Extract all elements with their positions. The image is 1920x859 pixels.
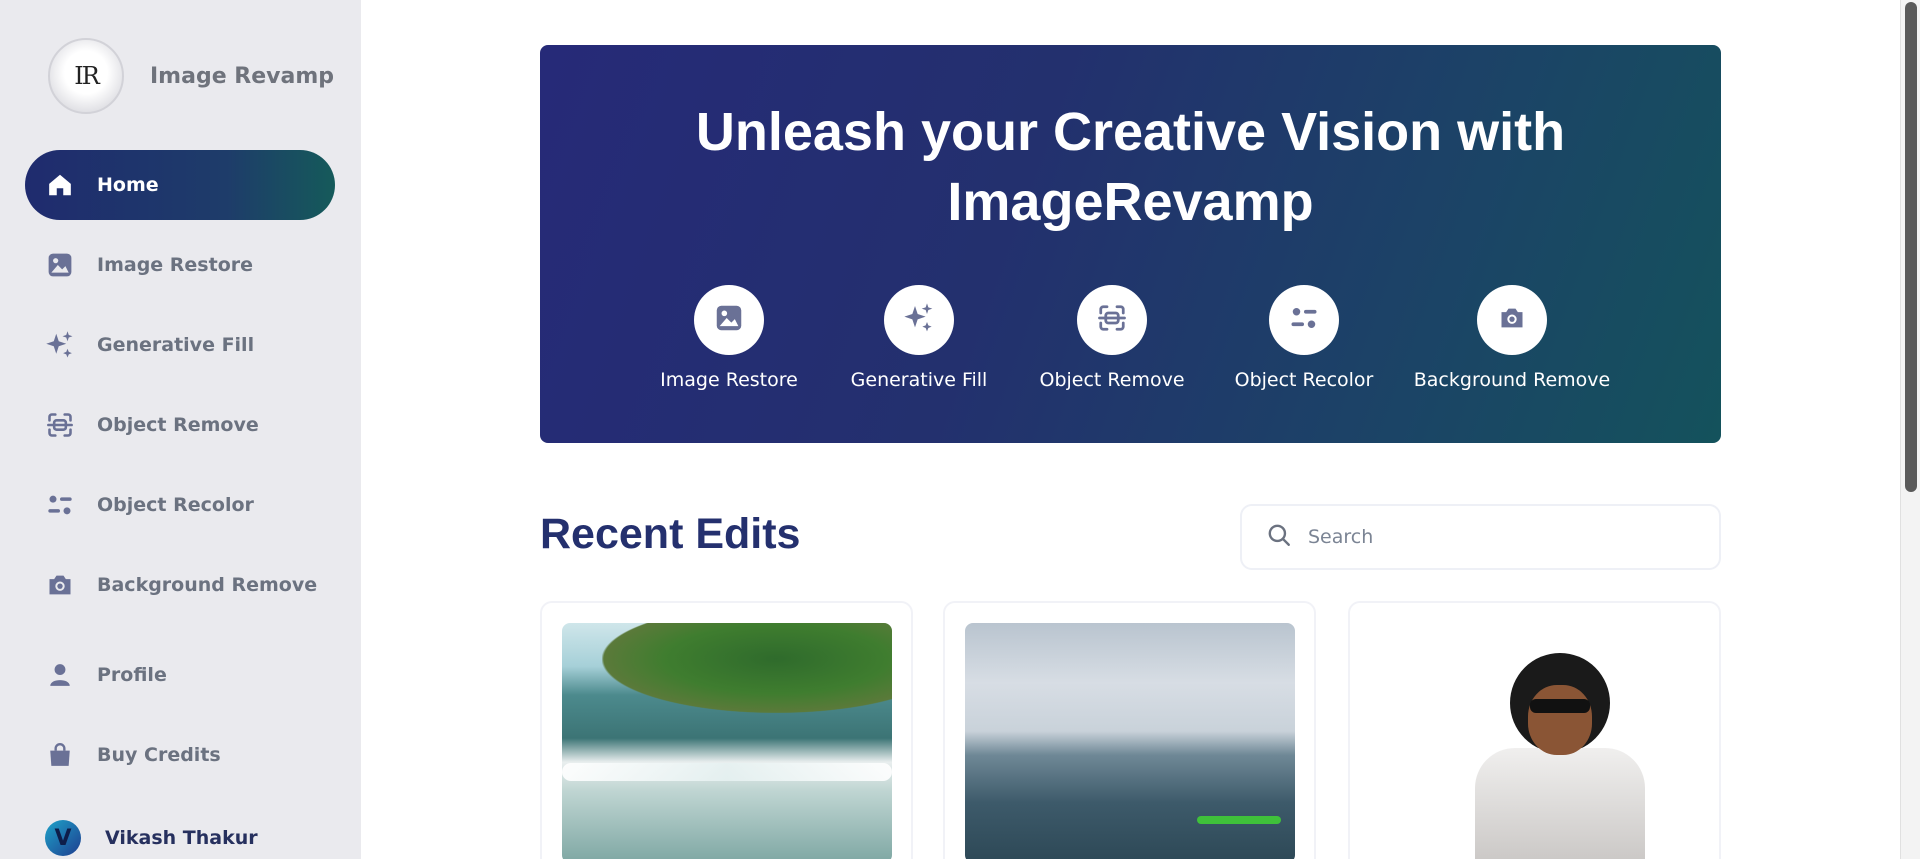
hero-title: Unleash your Creative Vision with ImageR… <box>695 102 1566 232</box>
sidebar-item-buy-credits[interactable]: Buy Credits <box>25 720 335 790</box>
camera-icon <box>1498 304 1526 336</box>
recent-edit-thumbnail[interactable] <box>562 623 892 859</box>
sidebar-secondary-nav: Profile Buy Credits <box>25 640 335 800</box>
sidebar: IR Image Revamp Home Image Restore Gener… <box>0 0 361 859</box>
sparkles-icon <box>45 330 75 360</box>
tool-circle <box>1477 285 1547 355</box>
tool-label: Generative Fill <box>850 369 988 391</box>
scan-icon <box>45 410 75 440</box>
tool-circle <box>884 285 954 355</box>
thumbnail-scenery <box>1530 699 1590 713</box>
sidebar-item-label: Profile <box>97 664 167 686</box>
tool-generative-fill[interactable]: Generative Fill <box>842 285 996 391</box>
tool-circle <box>694 285 764 355</box>
tool-background-remove[interactable]: Background Remove <box>1414 285 1610 391</box>
brand-name: Image Revamp <box>150 63 335 89</box>
sidebar-item-object-recolor[interactable]: Object Recolor <box>25 470 335 540</box>
image-icon <box>715 304 743 336</box>
sidebar-item-label: Buy Credits <box>97 744 221 766</box>
tool-label: Background Remove <box>1413 369 1611 391</box>
tool-label: Image Restore <box>660 369 798 391</box>
sidebar-item-image-restore[interactable]: Image Restore <box>25 230 335 300</box>
recent-edit-card[interactable] <box>1348 601 1721 859</box>
search-icon <box>1266 522 1292 552</box>
hero-banner: Unleash your Creative Vision with ImageR… <box>540 45 1721 443</box>
tool-image-restore[interactable]: Image Restore <box>652 285 806 391</box>
sidebar-item-profile[interactable]: Profile <box>25 640 335 710</box>
sidebar-item-label: Generative Fill <box>97 334 255 356</box>
search-box[interactable] <box>1240 504 1721 570</box>
recent-edit-card[interactable] <box>943 601 1316 859</box>
thumbnail-scenery <box>1197 816 1281 824</box>
brand-logo: IR <box>48 38 124 114</box>
recent-edits-title: Recent Edits <box>540 510 801 558</box>
tool-label: Object Recolor <box>1234 369 1374 391</box>
tool-circle <box>1269 285 1339 355</box>
avatar: V <box>45 820 81 856</box>
thumbnail-scenery <box>1475 748 1645 859</box>
sidebar-item-generative-fill[interactable]: Generative Fill <box>25 310 335 380</box>
scan-icon <box>1097 303 1127 337</box>
sidebar-item-label: Home <box>97 174 159 196</box>
sidebar-item-label: Object Remove <box>97 414 259 436</box>
filter-icon <box>45 490 75 520</box>
home-icon <box>45 170 75 200</box>
image-icon <box>45 250 75 280</box>
thumbnail-scenery <box>562 763 892 781</box>
sidebar-item-object-remove[interactable]: Object Remove <box>25 390 335 460</box>
tool-circle <box>1077 285 1147 355</box>
page-scrollbar[interactable] <box>1900 0 1920 859</box>
user-icon <box>45 660 75 690</box>
avatar-initial: V <box>54 825 72 851</box>
sparkles-icon <box>903 302 935 338</box>
tool-object-recolor[interactable]: Object Recolor <box>1224 285 1384 391</box>
tool-label: Object Remove <box>1039 369 1185 391</box>
sidebar-item-background-remove[interactable]: Background Remove <box>25 550 335 620</box>
brand[interactable]: IR Image Revamp <box>48 38 334 114</box>
thumbnail-scenery <box>602 623 892 713</box>
logo-text: IR <box>74 62 100 90</box>
thumbnail-scenery <box>1528 685 1592 755</box>
sidebar-item-label: Background Remove <box>97 574 318 596</box>
tool-object-remove[interactable]: Object Remove <box>1028 285 1196 391</box>
search-input[interactable] <box>1308 526 1688 548</box>
recent-edit-card[interactable] <box>540 601 913 859</box>
sidebar-item-label: Image Restore <box>97 254 254 276</box>
bag-icon <box>45 740 75 770</box>
recent-edit-thumbnail[interactable] <box>1370 623 1700 859</box>
sidebar-item-home[interactable]: Home <box>25 150 335 220</box>
filter-icon <box>1289 303 1319 337</box>
user-name: Vikash Thakur <box>105 827 258 849</box>
sidebar-item-label: Object Recolor <box>97 494 254 516</box>
user-profile[interactable]: V Vikash Thakur <box>45 820 258 856</box>
recent-edit-thumbnail[interactable] <box>965 623 1295 859</box>
sidebar-nav: Home Image Restore Generative Fill Objec… <box>25 150 335 630</box>
scrollbar-thumb[interactable] <box>1905 2 1917 492</box>
camera-icon <box>45 570 75 600</box>
